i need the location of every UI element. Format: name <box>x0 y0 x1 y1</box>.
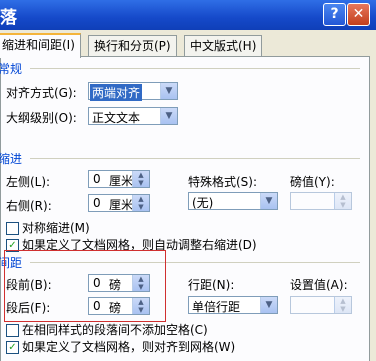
mirror-indents-label: 对称缩进(M) <box>22 221 90 235</box>
outline-level-value: 正文文本 <box>92 111 141 125</box>
tab-line-page-breaks[interactable]: 换行和分页(P) <box>88 35 177 56</box>
indent-right-value: 0 <box>93 196 101 210</box>
checkmark-icon: ✓ <box>8 342 17 353</box>
close-icon: ✕ <box>352 6 365 22</box>
snap-to-grid-label: 如果定义了文档网格，则对齐到网格(W) <box>22 340 236 354</box>
line-spacing-label: 行距(N): <box>188 278 235 292</box>
space-before-value: 0 <box>93 276 101 290</box>
spinner-arrows-icon[interactable]: ▲ ▼ <box>132 298 149 314</box>
snap-to-grid-checkbox[interactable]: ✓ <box>6 341 19 354</box>
line-spacing-at-label: 设置值(A): <box>290 278 348 292</box>
indent-by-label: 磅值(Y): <box>290 175 335 189</box>
outline-level-label: 大纲级别(O): <box>6 111 77 125</box>
chevron-down-icon: ▼ <box>160 83 177 99</box>
no-space-same-style-label: 在相同样式的段落间不添加空格(C) <box>22 323 208 337</box>
divider <box>30 158 360 159</box>
chevron-down-icon: ▼ <box>260 193 277 209</box>
spinner-arrows-icon[interactable]: ▲ ▼ <box>132 275 149 291</box>
tab-asian-typography[interactable]: 中文版式(H) <box>184 35 263 56</box>
indent-right-unit: 厘米 <box>109 198 134 212</box>
line-spacing-select[interactable]: 单倍行距 ▼ <box>188 296 278 314</box>
indent-right-label: 右侧(R): <box>6 199 52 213</box>
indent-left-value: 0 <box>93 172 101 186</box>
tab-indent-spacing[interactable]: 缩进和间距(I) <box>0 33 81 58</box>
mirror-indents-checkbox[interactable] <box>6 222 19 235</box>
spinner-arrows-icon[interactable]: ▲ ▼ <box>132 195 149 211</box>
space-before-unit: 磅 <box>109 278 122 292</box>
help-button[interactable]: ? <box>323 3 346 26</box>
special-format-value: (无) <box>192 196 214 210</box>
spinner-arrows-icon[interactable]: ▲ ▼ <box>334 297 351 313</box>
chevron-down-icon: ▼ <box>160 108 177 124</box>
indent-left-label: 左侧(L): <box>6 175 51 189</box>
indent-left-spinner[interactable]: 0 厘米 ▲ ▼ <box>88 170 150 188</box>
help-icon: ? <box>330 6 339 22</box>
title-bar <box>0 0 376 30</box>
alignment-value: 两端对齐 <box>90 84 143 101</box>
space-after-label: 段后(F): <box>6 301 51 315</box>
indent-by-spinner[interactable]: ▲ ▼ <box>290 192 352 210</box>
space-before-spinner[interactable]: 0 磅 ▲ ▼ <box>88 274 150 292</box>
line-spacing-value: 单倍行距 <box>192 300 241 314</box>
no-space-same-style-checkbox[interactable] <box>6 324 19 337</box>
special-format-label: 特殊格式(S): <box>188 175 258 189</box>
window-title: 落 <box>0 8 17 28</box>
special-format-select[interactable]: (无) ▼ <box>188 192 278 210</box>
alignment-select[interactable]: 两端对齐 ▼ <box>88 82 178 101</box>
section-general-title: 常规 <box>0 62 23 76</box>
outline-level-select[interactable]: 正文文本 ▼ <box>88 107 178 125</box>
line-spacing-at-spinner[interactable]: ▲ ▼ <box>290 296 352 314</box>
close-button[interactable]: ✕ <box>347 3 370 26</box>
space-after-unit: 磅 <box>109 301 122 315</box>
space-after-value: 0 <box>93 299 101 313</box>
indent-left-unit: 厘米 <box>109 174 134 188</box>
spinner-arrows-icon[interactable]: ▲ ▼ <box>132 171 149 187</box>
spinner-arrows-icon[interactable]: ▲ ▼ <box>334 193 351 209</box>
indent-right-spinner[interactable]: 0 厘米 ▲ ▼ <box>88 194 150 212</box>
space-after-spinner[interactable]: 0 磅 ▲ ▼ <box>88 297 150 315</box>
alignment-label: 对齐方式(G): <box>6 86 77 100</box>
chevron-down-icon: ▼ <box>260 297 277 313</box>
space-before-label: 段前(B): <box>6 278 52 292</box>
section-indent-title: 缩进 <box>0 152 23 166</box>
divider <box>30 68 360 69</box>
